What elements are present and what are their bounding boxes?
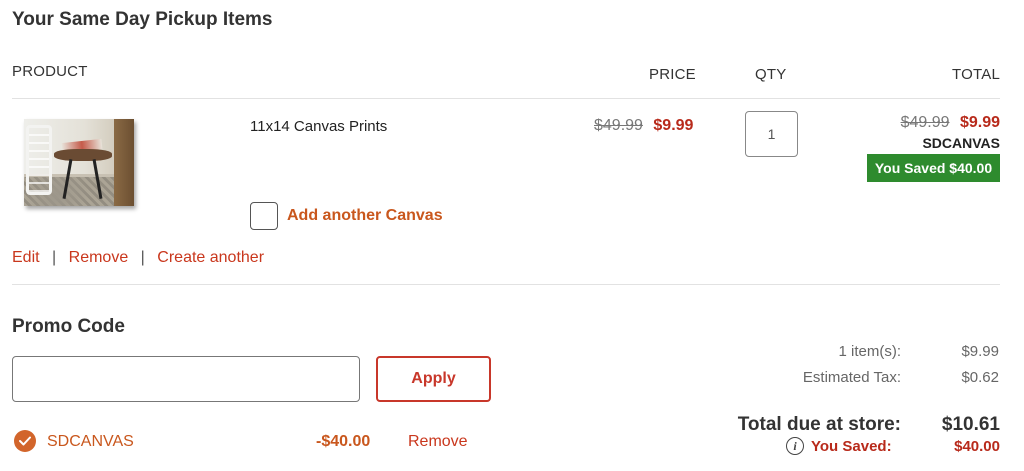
product-thumbnail[interactable]	[24, 119, 134, 206]
unit-price: $49.99 $9.99	[594, 117, 693, 135]
page-title: Your Same Day Pickup Items	[12, 9, 273, 30]
items-subtotal: $9.99	[961, 343, 999, 360]
column-header-price: PRICE	[649, 66, 696, 83]
add-another-checkbox[interactable]	[250, 202, 278, 230]
sale-price: $9.99	[653, 117, 694, 134]
remove-promo-link[interactable]: Remove	[408, 433, 468, 451]
quantity-input[interactable]: 1	[745, 111, 798, 157]
create-another-link[interactable]: Create another	[157, 249, 264, 266]
column-header-product: PRODUCT	[12, 63, 88, 80]
total-due-value: $10.61	[941, 414, 1000, 435]
section-divider	[12, 284, 1000, 285]
column-header-qty: QTY	[755, 66, 787, 83]
remove-item-link[interactable]: Remove	[69, 249, 129, 266]
estimated-tax-value: $0.62	[961, 369, 999, 386]
product-name[interactable]: 11x14 Canvas Prints	[250, 118, 387, 135]
estimated-tax-label: Estimated Tax:	[802, 369, 901, 386]
promo-code-input[interactable]	[12, 356, 360, 402]
action-separator: |	[140, 249, 145, 266]
edit-link[interactable]: Edit	[12, 249, 40, 266]
applied-promo-code: SDCANVAS	[922, 135, 1000, 151]
check-circle-icon	[14, 430, 36, 452]
item-actions: Edit | Remove | Create another	[12, 249, 264, 267]
you-saved-value: $40.00	[954, 438, 1000, 455]
header-divider	[12, 98, 1000, 99]
info-icon[interactable]: i	[786, 437, 804, 455]
apply-button[interactable]: Apply	[376, 356, 491, 402]
total-original-price: $49.99	[900, 114, 950, 131]
total-sale-price: $9.99	[959, 114, 1000, 131]
items-count-label: 1 item(s):	[838, 343, 901, 360]
applied-promo-discount: -$40.00	[316, 433, 371, 450]
savings-badge: You Saved $40.00	[867, 154, 1000, 182]
you-saved-label: You Saved:	[811, 438, 892, 455]
line-total: $49.99 $9.99	[901, 114, 1000, 132]
add-another-label[interactable]: Add another Canvas	[287, 207, 443, 225]
applied-promo-name: SDCANVAS	[47, 433, 134, 450]
total-due-label: Total due at store:	[737, 414, 901, 435]
action-separator: |	[52, 249, 57, 266]
original-price: $49.99	[594, 117, 643, 134]
promo-code-title: Promo Code	[12, 316, 125, 337]
column-header-total: TOTAL	[952, 66, 1000, 83]
